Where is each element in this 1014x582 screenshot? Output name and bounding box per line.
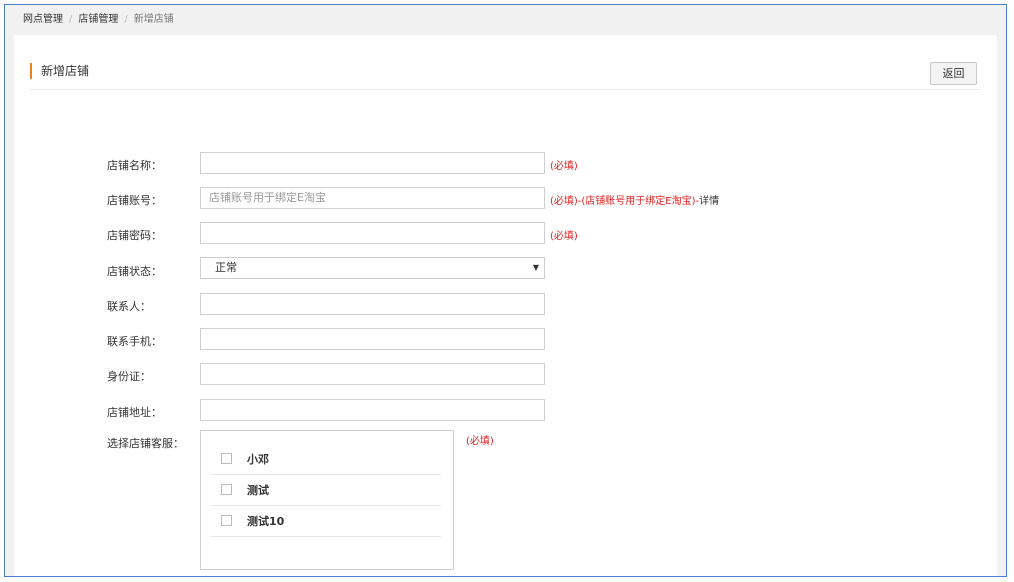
staff-item[interactable]: 测试 <box>211 474 441 506</box>
store-password-label: 店铺密码： <box>107 229 162 242</box>
staff-required-hint: (必填) <box>466 436 494 447</box>
store-account-hint: (必填)-(店铺账号用于绑定E淘宝)-详情 <box>550 192 719 207</box>
main-content: 新增店铺 返回 店铺名称： (必填) 店铺账号： 店铺账号用于绑定E淘宝 (必填… <box>14 35 997 576</box>
store-password-input[interactable] <box>200 222 545 244</box>
staff-name: 测试10 <box>247 515 285 528</box>
checkbox[interactable] <box>221 515 232 526</box>
staff-name: 测试 <box>247 484 269 497</box>
store-name-input[interactable] <box>200 152 545 174</box>
address-label: 店铺地址： <box>107 406 162 419</box>
store-account-required-hint: (必填)-(店铺账号用于绑定E淘宝)- <box>550 196 700 207</box>
idcard-input[interactable] <box>200 363 545 385</box>
store-account-label: 店铺账号： <box>107 194 162 207</box>
store-status-label: 店铺状态： <box>107 265 162 278</box>
checkbox[interactable] <box>221 453 232 464</box>
back-button[interactable]: 返回 <box>930 62 977 85</box>
checkbox[interactable] <box>221 484 232 495</box>
staff-list: 小邓 测试 测试10 <box>200 430 454 570</box>
contact-input[interactable] <box>200 293 545 315</box>
breadcrumb-network-management[interactable]: 网点管理 <box>23 14 63 25</box>
staff-name: 小邓 <box>247 453 269 466</box>
chevron-down-icon: ▼ <box>532 263 539 272</box>
breadcrumb: 网点管理 / 店铺管理 / 新增店铺 <box>5 5 1006 35</box>
idcard-label: 身份证： <box>107 370 151 383</box>
staff-label: 选择店铺客服： <box>107 437 184 450</box>
store-name-label: 店铺名称： <box>107 159 162 172</box>
store-password-required-hint: (必填) <box>550 231 578 242</box>
staff-item[interactable]: 小邓 <box>211 443 441 475</box>
breadcrumb-separator: / <box>124 14 128 25</box>
store-account-input[interactable]: 店铺账号用于绑定E淘宝 <box>200 187 545 209</box>
breadcrumb-separator: / <box>69 14 73 25</box>
panel-header: 新增店铺 返回 <box>30 55 981 90</box>
store-status-value: 正常 <box>215 261 237 274</box>
window-frame: 网点管理 / 店铺管理 / 新增店铺 新增店铺 返回 店铺名称： (必填) 店铺账号： … <box>4 4 1007 577</box>
staff-item[interactable]: 测试10 <box>211 505 441 537</box>
page-title: 新增店铺 <box>30 63 89 79</box>
store-status-select[interactable]: 正常 ▼ <box>200 257 545 279</box>
contact-label: 联系人： <box>107 300 151 313</box>
address-input[interactable] <box>200 399 545 421</box>
breadcrumb-current: 新增店铺 <box>133 14 174 25</box>
store-name-required-hint: (必填) <box>550 161 578 172</box>
breadcrumb-store-management[interactable]: 店铺管理 <box>78 14 118 25</box>
phone-input[interactable] <box>200 328 545 350</box>
phone-label: 联系手机： <box>107 335 162 348</box>
details-link[interactable]: 详情 <box>699 196 719 207</box>
